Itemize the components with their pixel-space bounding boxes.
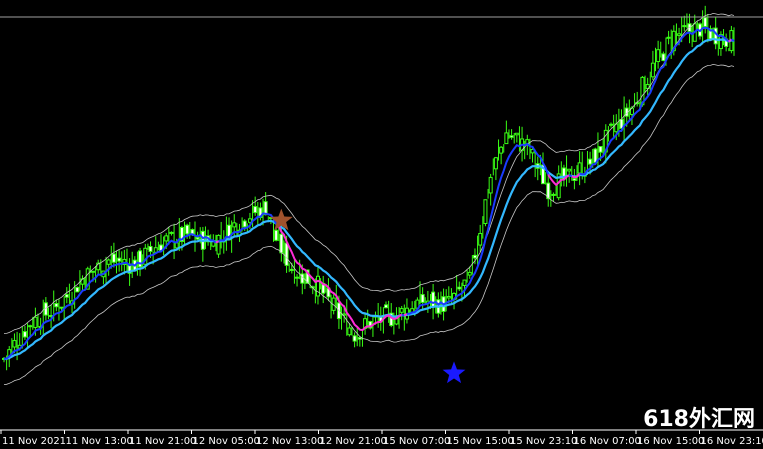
- candle-body: [274, 229, 279, 241]
- candle-body: [567, 168, 572, 172]
- moving-averages-group: [3, 26, 735, 361]
- candle-body: [64, 294, 69, 298]
- markers-group: [0, 16, 763, 384]
- candle-body: [598, 146, 603, 153]
- candle-body: [682, 25, 687, 28]
- candle-body: [242, 220, 247, 228]
- candle-body: [577, 162, 582, 174]
- candle-body: [457, 286, 462, 290]
- candle-body: [284, 242, 289, 266]
- candle-body: [478, 233, 483, 246]
- candle-body: [106, 259, 111, 265]
- candle-body: [677, 33, 682, 36]
- candle-body: [347, 327, 352, 336]
- candle-body: [216, 234, 221, 255]
- x-tick-label: 11 Nov 21:00: [129, 436, 196, 447]
- candle-body: [514, 132, 519, 136]
- candle-body: [446, 295, 451, 299]
- candle-body: [279, 233, 284, 254]
- candle-body: [90, 270, 95, 273]
- x-tick-label: 12 Nov 21:00: [320, 436, 387, 447]
- slow-ma-line: [3, 37, 735, 361]
- upper-band-line: [3, 12, 735, 334]
- chart-svg: 11 Nov 2021 11 Nov 13:0011 Nov 21:0012 No…: [0, 5, 763, 447]
- candle-body: [75, 286, 80, 293]
- buy-star-marker: [442, 361, 466, 384]
- candle-body: [656, 49, 661, 63]
- x-tick-label: 16 Nov 07:00: [574, 436, 641, 447]
- candle-body: [28, 325, 33, 328]
- candle-body: [572, 178, 577, 181]
- candle-body: [609, 123, 614, 126]
- candle-body: [117, 257, 122, 262]
- candle-body: [289, 268, 294, 271]
- fast-ma-down-segment: [403, 313, 408, 317]
- x-tick-label: 15 Nov 23:10: [510, 436, 577, 447]
- watermark: 618外汇网: [643, 407, 755, 432]
- candle-body: [174, 242, 179, 249]
- candle-body: [420, 294, 425, 303]
- candle-body: [462, 279, 467, 286]
- chart-area: 11 Nov 2021 11 Nov 13:00 11 Nov 21:00 12 No…: [0, 0, 763, 449]
- candle-body: [352, 335, 357, 342]
- x-tick-label: 11 Nov 13:00: [66, 436, 133, 447]
- candle-body: [431, 291, 436, 308]
- candle-body: [551, 193, 556, 196]
- candle-body: [588, 158, 593, 165]
- x-tick-label: 12 Nov 13:00: [256, 436, 323, 447]
- fast-ma-up-segment: [568, 174, 573, 178]
- candle-body: [185, 224, 190, 235]
- candle-body: [504, 132, 509, 145]
- x-tick-label: 16 Nov 15:00: [637, 436, 704, 447]
- candle-body: [483, 199, 488, 224]
- candle-body: [661, 53, 666, 62]
- candle-body: [164, 235, 169, 242]
- candle-body: [703, 17, 708, 28]
- candle-body: [399, 308, 404, 313]
- x-tick-label: 11 Nov 2021: [2, 436, 66, 447]
- candle-body: [499, 146, 504, 154]
- candle-body: [666, 36, 671, 39]
- bands-group: [3, 12, 735, 385]
- x-tick-label: 12 Nov 05:00: [193, 436, 260, 447]
- candle-body: [472, 254, 477, 259]
- candle-body: [295, 276, 300, 279]
- candle-body: [169, 231, 174, 234]
- candle-body: [54, 303, 59, 308]
- candle-body: [195, 236, 200, 240]
- candle-body: [111, 253, 116, 263]
- candle-body: [253, 206, 258, 214]
- candle-body: [12, 340, 17, 348]
- candle-body: [59, 306, 64, 309]
- candle-body: [488, 176, 493, 194]
- fast-ma-down-segment: [215, 240, 220, 244]
- x-tick-label: 15 Nov 15:00: [447, 436, 514, 447]
- candle-body: [384, 304, 389, 309]
- candle-body: [33, 316, 38, 328]
- candle-body: [148, 246, 153, 252]
- candle-body: [493, 157, 498, 170]
- x-tick-label: 15 Nov 07:00: [383, 436, 450, 447]
- x-tick-label: 16 Nov 23:10: [701, 436, 763, 447]
- candle-body: [22, 331, 27, 338]
- candle-body: [467, 271, 472, 276]
- candle-body: [232, 222, 237, 228]
- candle-body: [315, 275, 320, 297]
- candle-body: [650, 62, 655, 78]
- candle-body: [509, 135, 514, 138]
